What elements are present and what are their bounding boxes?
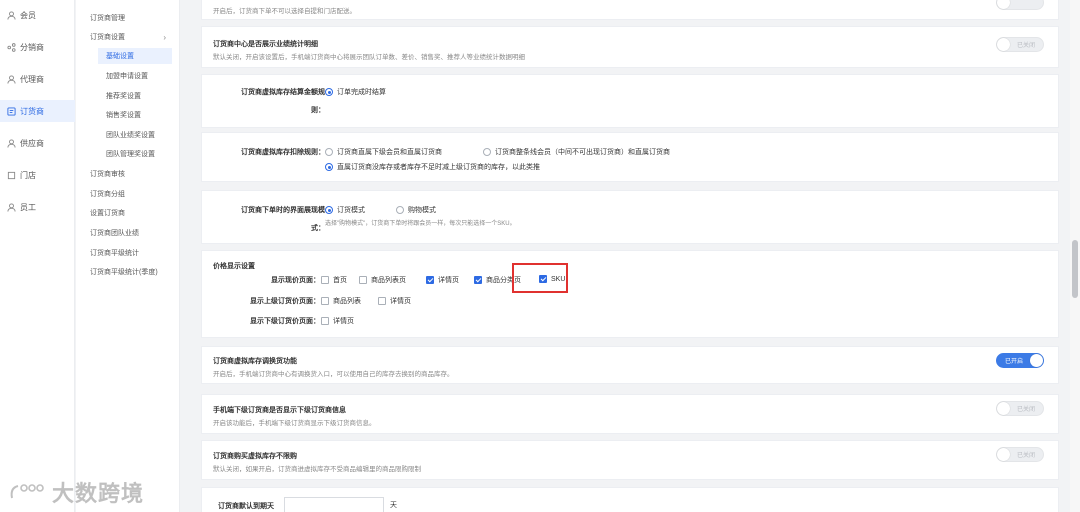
nav-orderer-manage[interactable]: 订货商管理 (90, 10, 176, 26)
radio-settle-on-complete[interactable]: 订单完成时结算 (325, 87, 386, 97)
chevron-up-icon: › (163, 32, 166, 42)
checkbox-upper-product-list[interactable]: 商品列表 (321, 296, 361, 306)
price-row3-label: 显示下级订货价页面： (250, 318, 320, 325)
order-icon (7, 106, 16, 116)
expire-days-unit: 天 (390, 502, 397, 509)
watermark: 大数跨境 (8, 476, 144, 508)
setting-desc: 开启该功能后，手机端下级订货商显示下级订货商信息。 (213, 420, 376, 427)
nav-join-apply-settings[interactable]: 加盟申请设置 (98, 68, 172, 84)
stats-toggle[interactable]: 已关闭 (996, 37, 1044, 52)
sidebar-item-staff[interactable]: 员工 (0, 196, 75, 218)
nav-orderer-team-performance[interactable]: 订货商团队业绩 (90, 225, 176, 241)
sidebar-item-store[interactable]: 门店 (0, 164, 75, 186)
radio-deduct-whole-line[interactable]: 订货商整条线会员（中间不可出现订货商）和直属订货商 (483, 147, 670, 157)
expire-days-input[interactable] (284, 497, 384, 512)
sidebar-item-label: 订货商 (20, 106, 44, 116)
sidebar-item-distributor[interactable]: 分销商 (0, 36, 75, 58)
supplier-icon (7, 138, 16, 148)
checkbox-product-list[interactable]: 商品列表页 (359, 275, 406, 285)
checkbox-upper-detail[interactable]: 详情页 (378, 296, 411, 306)
pickup-toggle[interactable] (996, 0, 1044, 10)
radio-deduct-upstream[interactable]: 直属订货商没库存或者库存不足时减上级订货商的库存，以此类推 (325, 162, 540, 172)
sidebar-item-agent[interactable]: 代理商 (0, 68, 75, 90)
checkbox-home[interactable]: 首页 (321, 275, 347, 285)
agent-icon (7, 74, 16, 84)
nav-team-performance-settings[interactable]: 团队业绩奖设置 (98, 127, 172, 143)
nav-sales-reward-settings[interactable]: 销售奖设置 (98, 107, 172, 123)
staff-icon (7, 202, 16, 212)
sidebar-item-orderer[interactable]: 订货商 (0, 100, 75, 122)
sidebar-item-label: 门店 (20, 170, 36, 180)
nav-orderer-group[interactable]: 订货商分组 (90, 186, 176, 202)
nav-orderer-peer-stats[interactable]: 订货商平级统计 (90, 245, 176, 261)
sidebar-item-label: 供应商 (20, 138, 44, 148)
checkbox-lower-detail[interactable]: 详情页 (321, 316, 354, 326)
setting-title: 订货商中心是否展示业绩统计明细 (213, 41, 318, 48)
settings-content: 开启后，订货商下单不可以选择自提和门店配送。 订货商中心是否展示业绩统计明细 默… (188, 0, 1068, 512)
display-mode-hint: 选择"购物模式"，订货商下单时将跟会员一样，每次只能选择一个SKU。 (325, 221, 516, 227)
card-pickup-setting: 开启后，订货商下单不可以选择自提和门店配送。 (201, 0, 1059, 20)
scrollbar-thumb[interactable] (1072, 240, 1078, 298)
radio-deduct-direct[interactable]: 订货商直属下级会员和直属订货商 (325, 147, 442, 157)
nav-referral-reward-settings[interactable]: 推荐奖设置 (98, 88, 172, 104)
card-stats-detail: 订货商中心是否展示业绩统计明细 默认关闭，开启该设置后，手机端订货商中心将展示团… (201, 26, 1059, 68)
card-settle-rule: 订货商虚拟库存结算金额规 则： 订单完成时结算 (201, 74, 1059, 128)
setting-title: 手机端下级订货商是否显示下级订货商信息 (213, 407, 346, 414)
store-icon (7, 171, 16, 180)
sidebar-item-member[interactable]: 会员 (0, 4, 75, 26)
nav-set-orderer[interactable]: 设置订货商 (90, 205, 176, 221)
primary-sidebar: 会员 分销商 代理商 订货商 供应商 门店 员工 (0, 0, 75, 512)
checkmark-icon (474, 276, 482, 284)
card-sub-info: 手机端下级订货商是否显示下级订货商信息 开启该功能后，手机端下级订货商显示下级订… (201, 394, 1059, 434)
price-row2-label: 显示上级订货价页面： (250, 298, 320, 305)
sidebar-item-label: 分销商 (20, 42, 44, 52)
radio-selected-icon (325, 206, 333, 214)
setting-desc: 默认关闭，开启该设置后，手机端订货商中心将展示团队订单数、差价、销售奖、推荐人等… (213, 54, 525, 61)
sub-info-toggle[interactable]: 已关闭 (996, 401, 1044, 416)
setting-title: 订货商购买虚拟库存不限购 (213, 453, 297, 460)
watermark-text: 大数跨境 (52, 481, 145, 506)
nav-basic-settings[interactable]: 基础设置 (98, 48, 172, 64)
card-display-mode: 订货商下单时的界面展现模 式： 订货模式 购物模式 选择"购物模式"，订货商下单… (201, 190, 1059, 244)
secondary-sidebar: 订货商管理 订货商设置 › 基础设置 加盟申请设置 推荐奖设置 销售奖设置 团队… (76, 0, 180, 512)
annotation-highlight-box (512, 263, 568, 293)
checkbox-detail[interactable]: 详情页 (426, 275, 459, 285)
user-icon (7, 10, 16, 20)
card-no-limit: 订货商购买虚拟库存不限购 默认关闭，如果开启，订货商进虚拟库存不受商品编辑里的商… (201, 440, 1059, 480)
card-expire-days: 订货商默认到期天 天 (201, 487, 1059, 512)
sidebar-item-supplier[interactable]: 供应商 (0, 132, 75, 154)
nav-orderer-review[interactable]: 订货商审核 (90, 166, 176, 182)
setting-desc: 默认关闭，如果开启，订货商进虚拟库存不受商品编辑里的商品限购限制 (213, 466, 421, 473)
page-scrollbar[interactable] (1070, 0, 1080, 512)
setting-desc: 开启后，订货商下单不可以选择自提和门店配送。 (213, 8, 356, 15)
display-mode-label: 订货商下单时的界面展现模 式： (241, 207, 325, 232)
radio-selected-icon (325, 163, 333, 171)
share-icon (7, 42, 16, 52)
settle-rule-label: 订货商虚拟库存结算金额规 则： (241, 89, 325, 114)
card-price-display: 价格显示设置 显示现价页面： 首页 商品列表页 详情页 商品分类页 SKU 显示… (201, 250, 1059, 338)
radio-selected-icon (325, 88, 333, 96)
sidebar-item-label: 代理商 (20, 74, 44, 84)
setting-desc: 开启后，手机端订货商中心有调换货入口，可以使用自己的库存去换别的商品库存。 (213, 371, 454, 378)
sidebar-item-label: 员工 (20, 202, 36, 212)
deduct-rule-label: 订货商虚拟库存扣除规则： (241, 149, 325, 156)
radio-shopping-mode[interactable]: 购物模式 (396, 205, 436, 215)
checkmark-icon (426, 276, 434, 284)
card-deduct-rule: 订货商虚拟库存扣除规则： 订货商直属下级会员和直属订货商 订货商整条线会员（中间… (201, 132, 1059, 182)
nav-orderer-settings[interactable]: 订货商设置 › (90, 29, 176, 45)
watermark-logo-icon (10, 484, 44, 499)
setting-title: 订货商虚拟库存调换货功能 (213, 358, 297, 365)
expire-days-label: 订货商默认到期天 (218, 503, 274, 510)
nav-orderer-peer-stats-quarterly[interactable]: 订货商平级统计(季度) (90, 264, 176, 280)
setting-title: 价格显示设置 (213, 263, 255, 270)
radio-order-mode[interactable]: 订货模式 (325, 205, 365, 215)
nav-team-management-settings[interactable]: 团队管理奖设置 (98, 146, 172, 162)
no-limit-toggle[interactable]: 已关闭 (996, 447, 1044, 462)
price-row1-label: 显示现价页面： (271, 277, 320, 284)
card-transfer: 订货商虚拟库存调换货功能 开启后，手机端订货商中心有调换货入口，可以使用自己的库… (201, 346, 1059, 384)
sidebar-item-label: 会员 (20, 10, 36, 20)
transfer-toggle[interactable]: 已开启 (996, 353, 1044, 368)
